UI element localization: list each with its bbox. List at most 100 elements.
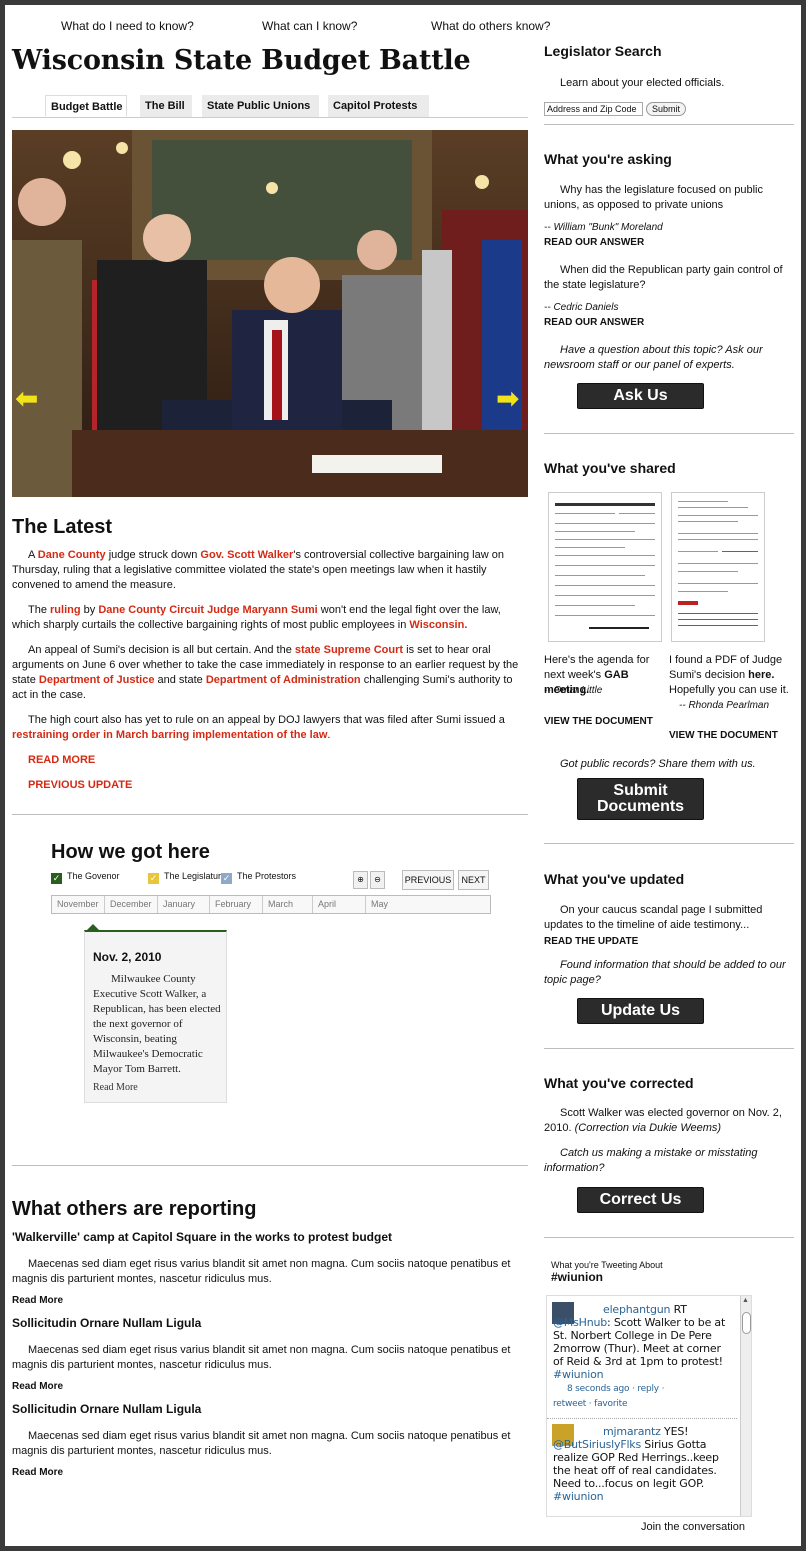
previous-update-link[interactable]: PREVIOUS UPDATE xyxy=(28,778,526,793)
legend-protestors[interactable]: ✓ The Protestors xyxy=(221,871,296,884)
tab-the-bill[interactable]: The Bill xyxy=(140,95,192,117)
check-icon: ✓ xyxy=(221,873,232,884)
tweet-feed[interactable]: elephantgun RT @MsHnub: Scott Walker to … xyxy=(546,1295,752,1517)
tweet-time[interactable]: 8 seconds ago xyxy=(567,1384,630,1394)
legislator-search-text: Learn about your elected officials. xyxy=(560,77,725,89)
text: A xyxy=(28,549,38,561)
hero-prev-arrow-icon[interactable]: ⬅ xyxy=(15,385,38,413)
tweet-hashtag-link[interactable]: #wiunion xyxy=(553,1490,604,1503)
event-date: Nov. 2, 2010 xyxy=(93,950,162,964)
month-label[interactable]: January xyxy=(158,896,210,913)
read-update-link[interactable]: READ THE UPDATE xyxy=(544,934,792,949)
address-zip-input[interactable]: Address and Zip Code xyxy=(544,102,643,116)
zoom-out-icon[interactable]: ⊖ xyxy=(370,871,385,889)
report-read-more-link[interactable]: Read More xyxy=(12,1379,524,1394)
tab-capitol-protests[interactable]: Capitol Protests xyxy=(328,95,429,117)
report-title[interactable]: 'Walkerville' camp at Capitol Square in … xyxy=(12,1230,524,1245)
tweet-scrollbar[interactable]: ▲ xyxy=(740,1296,751,1516)
tweet-reply-link[interactable]: reply xyxy=(637,1384,659,1394)
report-read-more-link[interactable]: Read More xyxy=(12,1293,524,1308)
tweet-retweet-link[interactable]: retweet xyxy=(553,1399,586,1409)
document-thumbnail[interactable] xyxy=(671,492,765,642)
link-judge-sumi[interactable]: Dane County Circuit Judge Maryann Sumi xyxy=(98,604,317,616)
month-label[interactable]: March xyxy=(263,896,313,913)
month-label[interactable]: May xyxy=(366,896,490,913)
correct-us-button[interactable]: Correct Us xyxy=(577,1187,704,1213)
join-conversation-link[interactable]: Join the conversation xyxy=(641,1520,771,1535)
link-restraining-order[interactable]: restraining order in March barring imple… xyxy=(12,729,327,741)
hero-photo: ⬅ ➡ xyxy=(12,130,528,497)
tweet-mention-link[interactable]: @MsHnub xyxy=(553,1316,607,1329)
text: Hopefully you can use it. xyxy=(669,684,789,696)
text: . xyxy=(327,729,331,741)
timeline-next-button[interactable]: NEXT xyxy=(458,870,489,890)
link-dane-county[interactable]: Dane County xyxy=(38,549,106,561)
link-scott-walker[interactable]: Gov. Scott Walker xyxy=(200,549,293,561)
nav-link-can-know[interactable]: What can I know? xyxy=(262,19,357,33)
link-doj[interactable]: Department of Justice xyxy=(39,674,155,686)
tweet-text: elephantgun RT @MsHnub: Scott Walker to … xyxy=(553,1303,733,1411)
zoom-in-icon[interactable]: ⊕ xyxy=(353,871,368,889)
tweet-hashtag-link[interactable]: #wiunion xyxy=(553,1368,604,1381)
tab-state-public-unions[interactable]: State Public Unions xyxy=(202,95,319,117)
report-title[interactable]: Sollicitudin Ornare Nullam Ligula xyxy=(12,1402,524,1417)
read-answer-link[interactable]: READ OUR ANSWER xyxy=(544,315,792,330)
month-label[interactable]: February xyxy=(210,896,263,913)
timeline-month-bar[interactable]: November December January February March… xyxy=(51,895,491,914)
tweet-hashtag[interactable]: #wiunion xyxy=(551,1270,799,1285)
event-read-more-link[interactable]: Read More xyxy=(93,1082,138,1093)
legend-governor[interactable]: ✓ The Govenor xyxy=(51,871,120,884)
report-read-more-link[interactable]: Read More xyxy=(12,1465,524,1480)
text: here. xyxy=(748,669,775,681)
submit-documents-button[interactable]: Submit Documents xyxy=(577,778,704,820)
nav-link-need-to-know[interactable]: What do I need to know? xyxy=(61,19,194,33)
tweet-user-link[interactable]: mjmarantz xyxy=(603,1425,661,1438)
shared-item-text: I found a PDF of Judge Sumi's decision h… xyxy=(669,653,791,698)
tweet-user-link[interactable]: elephantgun xyxy=(603,1303,670,1316)
scroll-thumb[interactable] xyxy=(742,1312,751,1334)
others-heading: What others are reporting xyxy=(12,1198,257,1220)
shared-item-author: -- Omar Little xyxy=(544,685,603,696)
text: An appeal of Sumi's decision is all but … xyxy=(28,644,295,656)
hero-next-arrow-icon[interactable]: ➡ xyxy=(496,385,519,413)
month-label[interactable]: April xyxy=(313,896,366,913)
tweet: elephantgun RT @MsHnub: Scott Walker to … xyxy=(547,1300,737,1420)
tweet-mention-link[interactable]: @ButSiriuslyFlks xyxy=(553,1438,641,1451)
asking-heading: What you're asking xyxy=(544,151,672,167)
view-document-link[interactable]: VIEW THE DOCUMENT xyxy=(669,728,791,743)
update-prompt: Found information that should be added t… xyxy=(544,959,786,986)
legend-legislature[interactable]: ✓ The Legislature xyxy=(148,871,226,884)
text: Here's the agenda for next week's xyxy=(544,654,650,681)
link-supreme-court[interactable]: state Supreme Court xyxy=(295,644,403,656)
link-ruling[interactable]: ruling xyxy=(50,604,81,616)
legend-label: The Govenor xyxy=(67,871,120,881)
legislator-submit-button[interactable]: Submit xyxy=(646,102,686,116)
month-label[interactable]: December xyxy=(105,896,158,913)
page: What do I need to know? What can I know?… xyxy=(5,5,801,1546)
link-doa[interactable]: Department of Administration xyxy=(206,674,361,686)
view-document-link[interactable]: VIEW THE DOCUMENT xyxy=(544,714,664,729)
divider xyxy=(544,1048,794,1049)
tweet-divider xyxy=(547,1418,737,1419)
button-label: Submit xyxy=(613,782,668,799)
text: judge struck down xyxy=(105,549,201,561)
read-more-link[interactable]: READ MORE xyxy=(28,753,526,768)
report-title[interactable]: Sollicitudin Ornare Nullam Ligula xyxy=(12,1316,524,1331)
separator: · xyxy=(658,1384,665,1394)
tweet-favorite-link[interactable]: favorite xyxy=(594,1399,627,1409)
tab-budget-battle[interactable]: Budget Battle xyxy=(45,95,127,117)
read-answer-link[interactable]: READ OUR ANSWER xyxy=(544,235,792,250)
update-text: On your caucus scandal page I submitted … xyxy=(544,904,763,931)
document-thumbnail[interactable] xyxy=(548,492,662,642)
scroll-up-icon[interactable]: ▲ xyxy=(742,1297,749,1304)
timeline-previous-button[interactable]: PREVIOUS xyxy=(402,870,454,890)
ask-us-button[interactable]: Ask Us xyxy=(577,383,704,409)
divider xyxy=(544,124,794,125)
text: YES! xyxy=(660,1425,689,1438)
tweet: mjmarantz YES! @ButSiriuslyFlks Sirius G… xyxy=(547,1422,737,1516)
update-us-button[interactable]: Update Us xyxy=(577,998,704,1024)
nav-link-others-know[interactable]: What do others know? xyxy=(431,19,550,33)
month-label[interactable]: November xyxy=(52,896,105,913)
latest-paragraph: An appeal of Sumi's decision is all but … xyxy=(12,643,526,703)
link-wisconsin[interactable]: Wisconsin. xyxy=(409,619,467,631)
